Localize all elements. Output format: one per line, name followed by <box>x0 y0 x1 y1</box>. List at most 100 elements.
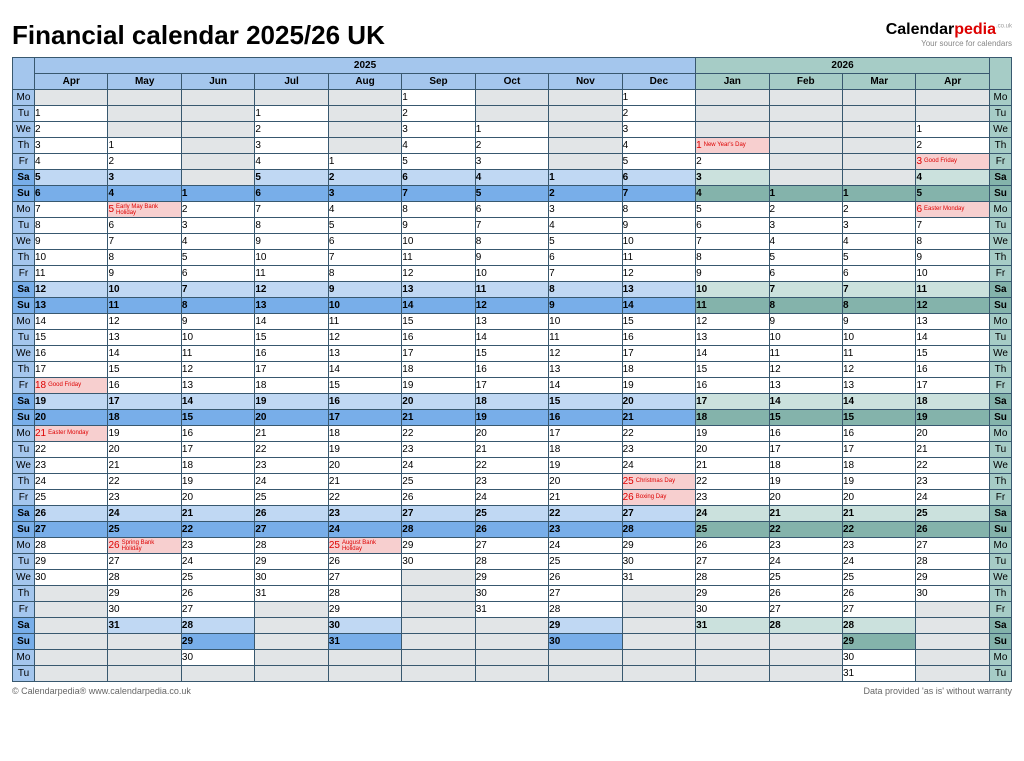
day-cell: 29 <box>916 570 990 586</box>
day-cell: 31 <box>842 666 915 682</box>
day-cell <box>842 154 915 170</box>
day-cell: 14 <box>255 314 328 330</box>
day-cell <box>769 106 842 122</box>
dow-label-right: Tu <box>990 442 1012 458</box>
day-cell: 23 <box>255 458 328 474</box>
day-cell: 23 <box>916 474 990 490</box>
day-cell: 2 <box>108 154 181 170</box>
day-cell: 8 <box>35 218 108 234</box>
day-cell: 25 <box>696 522 769 538</box>
dow-label-right: Mo <box>990 90 1012 106</box>
day-cell: 18 <box>181 458 254 474</box>
day-cell: 28 <box>402 522 475 538</box>
day-cell: 28 <box>328 586 401 602</box>
day-cell: 20 <box>696 442 769 458</box>
day-cell <box>696 122 769 138</box>
day-cell: 4 <box>108 186 181 202</box>
day-cell: 25 <box>108 522 181 538</box>
day-cell: 16 <box>622 330 695 346</box>
day-cell: 30 <box>475 586 548 602</box>
day-cell: 26Spring Bank Holiday <box>108 538 181 554</box>
day-cell: 4 <box>402 138 475 154</box>
day-cell <box>255 650 328 666</box>
day-cell: 16 <box>181 426 254 442</box>
day-cell <box>108 634 181 650</box>
day-cell: 2 <box>916 138 990 154</box>
day-cell: 29 <box>549 618 622 634</box>
day-cell: 2 <box>181 202 254 218</box>
day-cell: 24 <box>549 538 622 554</box>
day-cell <box>696 634 769 650</box>
day-cell <box>108 90 181 106</box>
day-cell: 17 <box>328 410 401 426</box>
day-cell: 24 <box>255 474 328 490</box>
day-cell: 1 <box>549 170 622 186</box>
day-cell: 18 <box>622 362 695 378</box>
day-cell: 23 <box>842 538 915 554</box>
day-cell: 3 <box>108 170 181 186</box>
day-cell: 18 <box>402 362 475 378</box>
dow-label-left: Sa <box>13 506 35 522</box>
day-cell: 8 <box>402 202 475 218</box>
day-cell <box>549 650 622 666</box>
day-cell: 21 <box>622 410 695 426</box>
dow-label-right: Sa <box>990 618 1012 634</box>
day-cell: 15 <box>916 346 990 362</box>
day-cell: 25 <box>916 506 990 522</box>
day-cell <box>916 106 990 122</box>
day-cell: 19 <box>255 394 328 410</box>
day-cell: 20 <box>549 474 622 490</box>
footer-copyright: © Calendarpedia® www.calendarpedia.co.uk <box>12 686 191 696</box>
dow-label-right: Tu <box>990 330 1012 346</box>
day-cell: 27 <box>769 602 842 618</box>
day-cell <box>696 90 769 106</box>
day-cell <box>328 90 401 106</box>
day-cell: 15 <box>696 362 769 378</box>
dow-label-left: Fr <box>13 154 35 170</box>
day-cell <box>622 586 695 602</box>
day-cell <box>328 650 401 666</box>
day-cell <box>916 602 990 618</box>
day-cell: 5 <box>769 250 842 266</box>
day-cell: 3 <box>622 122 695 138</box>
day-cell: 28 <box>622 522 695 538</box>
day-cell: 12 <box>181 362 254 378</box>
day-cell: 12 <box>328 330 401 346</box>
day-cell: 21 <box>549 490 622 506</box>
day-cell: 3 <box>255 138 328 154</box>
day-cell: 25 <box>549 554 622 570</box>
day-cell: 19 <box>622 378 695 394</box>
day-cell: 12 <box>916 298 990 314</box>
dow-label-right: Sa <box>990 394 1012 410</box>
day-cell: 18 <box>916 394 990 410</box>
day-cell: 14 <box>35 314 108 330</box>
dow-label-right: Sa <box>990 282 1012 298</box>
day-cell: 21 <box>916 442 990 458</box>
day-cell: 26 <box>842 586 915 602</box>
day-cell: 20 <box>108 442 181 458</box>
day-cell <box>769 170 842 186</box>
day-cell: 2 <box>255 122 328 138</box>
day-cell: 11 <box>475 282 548 298</box>
day-cell: 15 <box>35 330 108 346</box>
dow-label-left: Fr <box>13 378 35 394</box>
day-cell: 17 <box>35 362 108 378</box>
day-cell: 13 <box>696 330 769 346</box>
dow-label-left: Su <box>13 634 35 650</box>
month-header: May <box>108 74 181 90</box>
day-cell: 27 <box>181 602 254 618</box>
day-cell: 16 <box>108 378 181 394</box>
day-cell <box>549 90 622 106</box>
day-cell: 8 <box>916 234 990 250</box>
day-cell <box>402 586 475 602</box>
day-cell: 24 <box>696 506 769 522</box>
dow-label-right: Tu <box>990 218 1012 234</box>
day-cell: 7 <box>622 186 695 202</box>
day-cell <box>475 90 548 106</box>
dow-label-right: Th <box>990 586 1012 602</box>
day-cell: 22 <box>696 474 769 490</box>
day-cell: 17 <box>769 442 842 458</box>
day-cell: 7 <box>328 250 401 266</box>
day-cell: 6 <box>108 218 181 234</box>
day-cell <box>916 650 990 666</box>
